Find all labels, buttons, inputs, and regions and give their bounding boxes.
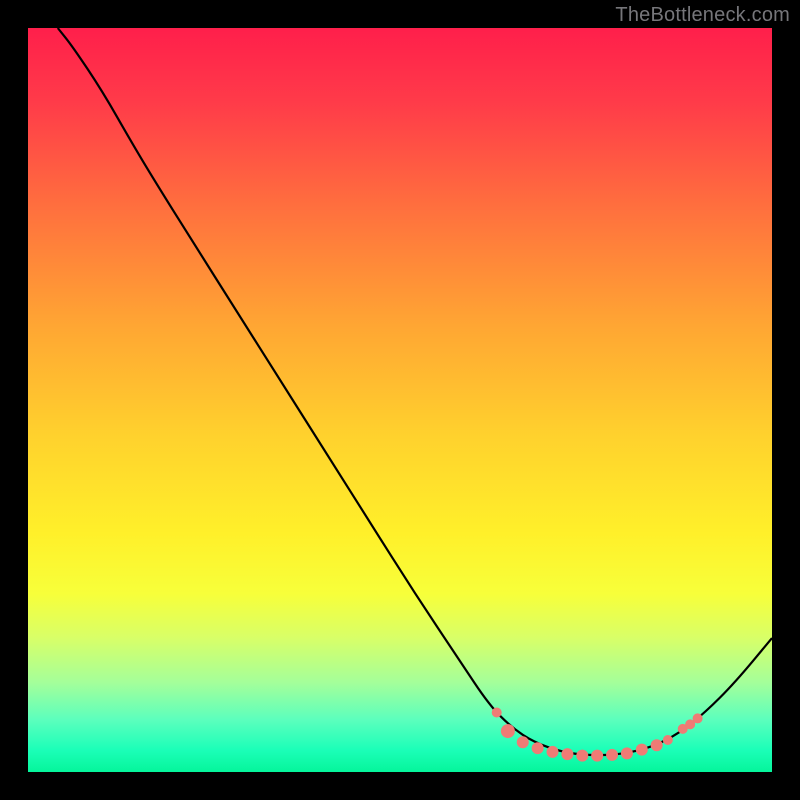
data-marker <box>517 736 529 748</box>
data-marker <box>651 739 663 751</box>
data-marker <box>576 750 588 762</box>
data-marker <box>693 713 703 723</box>
data-marker <box>621 747 633 759</box>
data-marker <box>606 749 618 761</box>
data-marker <box>547 746 559 758</box>
data-marker <box>591 750 603 762</box>
data-marker <box>561 748 573 760</box>
attribution-text: TheBottleneck.com <box>615 4 790 27</box>
chart-svg <box>28 28 772 772</box>
data-marker <box>663 735 673 745</box>
data-marker <box>532 742 544 754</box>
data-marker <box>501 724 515 738</box>
curve-line <box>58 28 772 755</box>
plot-area <box>28 28 772 772</box>
data-marker <box>636 744 648 756</box>
data-marker <box>492 707 502 717</box>
chart-frame: TheBottleneck.com <box>0 0 800 800</box>
